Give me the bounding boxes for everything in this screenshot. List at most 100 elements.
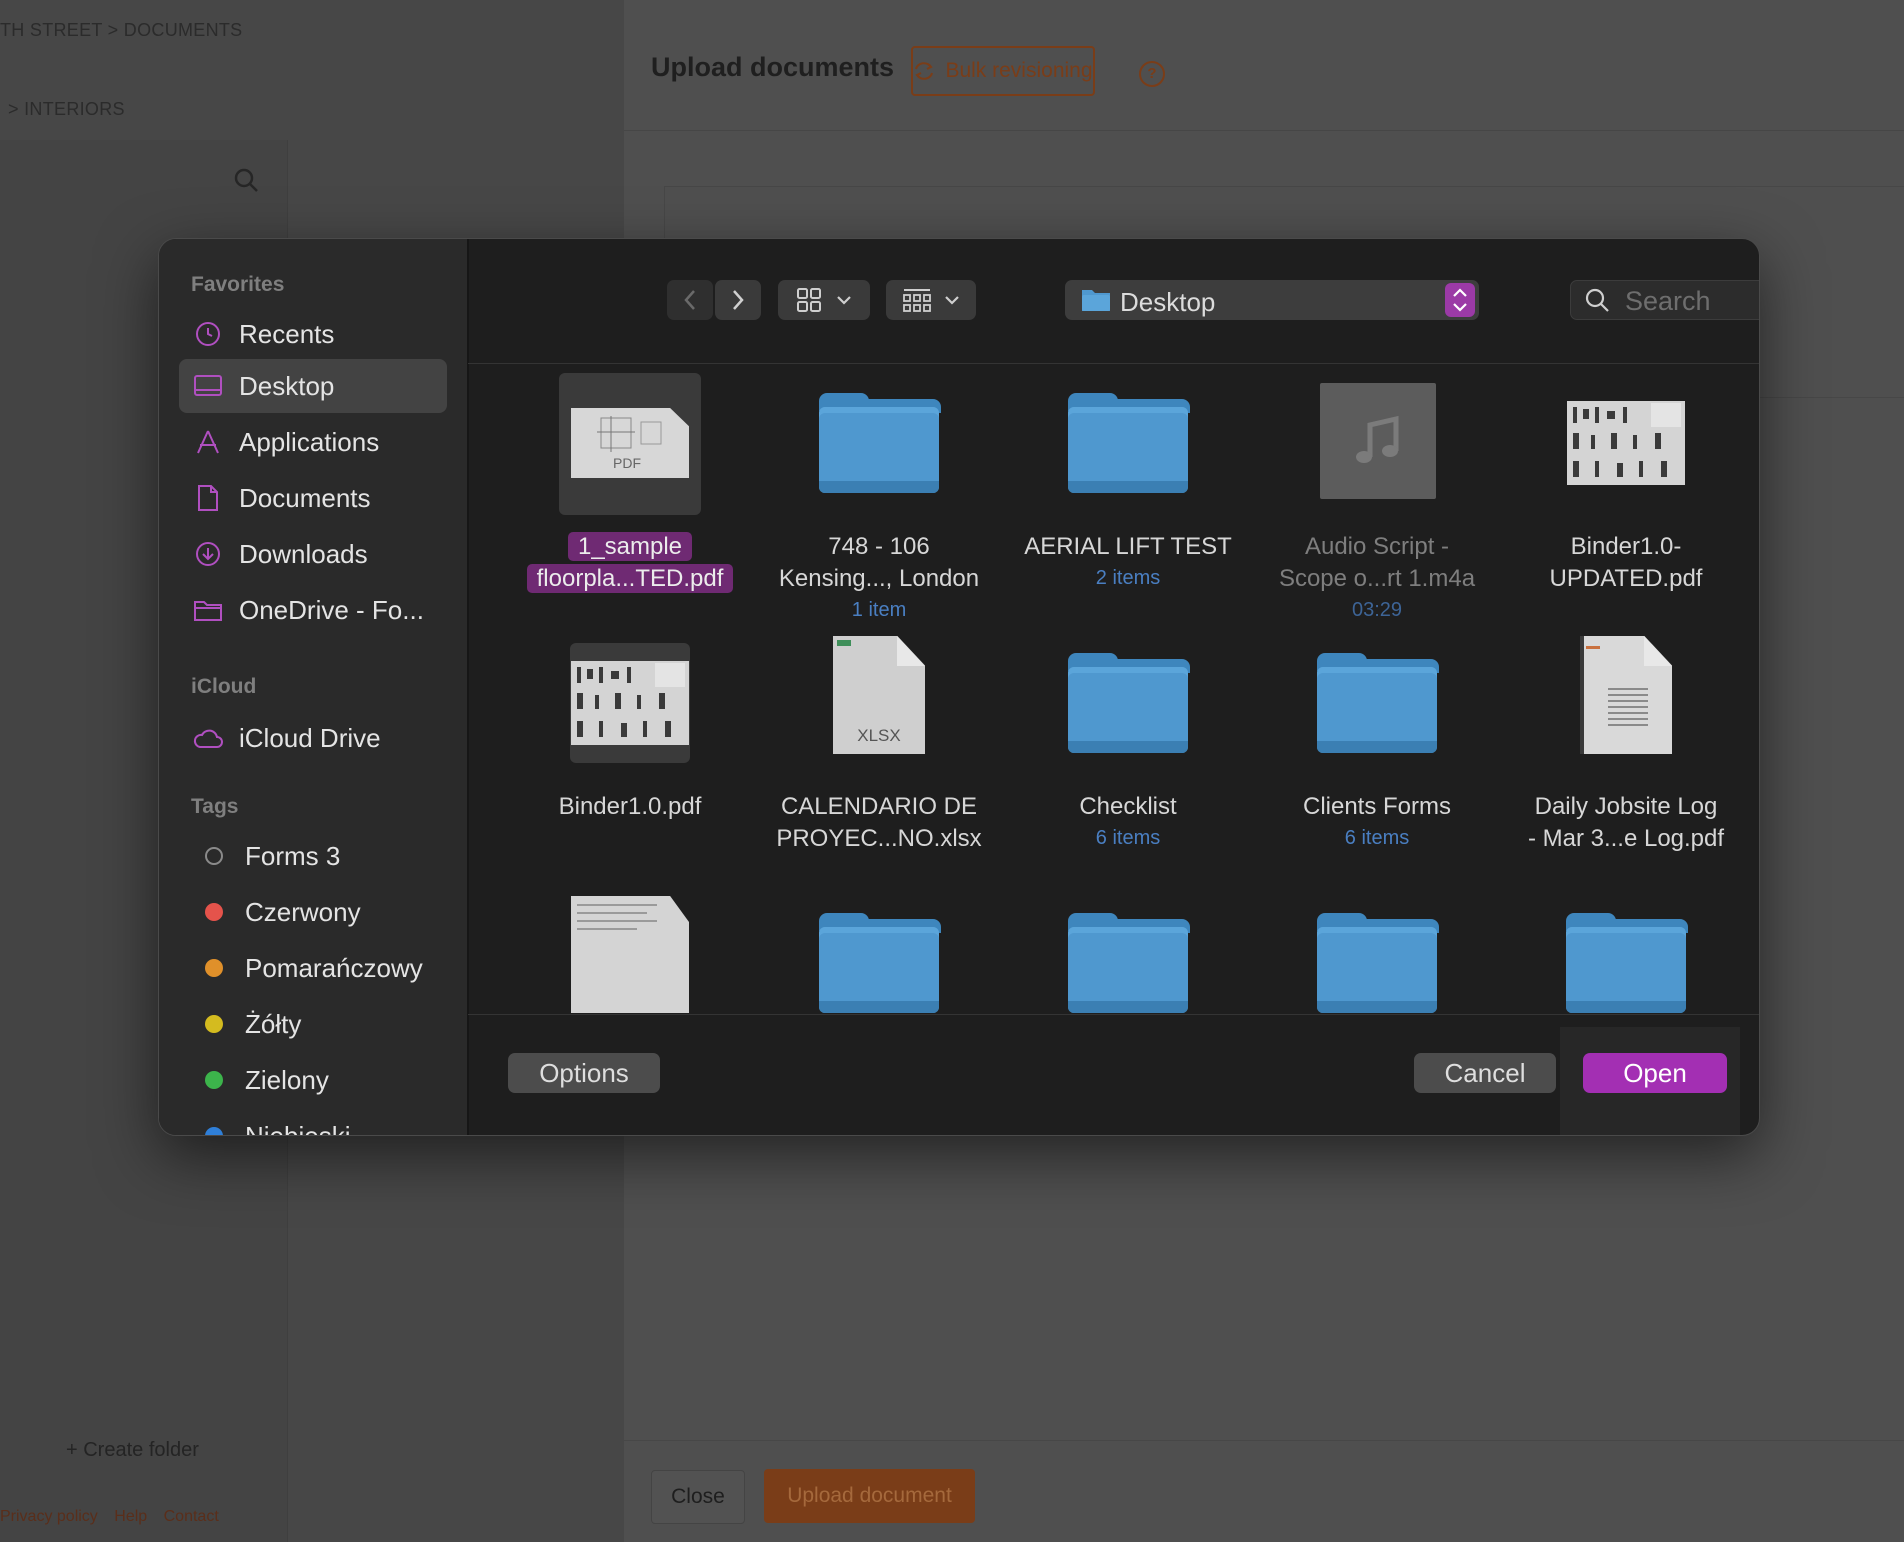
duration: 03:29 (1351, 599, 1403, 621)
sidebar-item-label: Applications (239, 426, 380, 457)
tag-dot-icon (205, 903, 223, 921)
icloud-header: iCloud (191, 675, 257, 698)
file-name-line2: UPDATED.pdf (1549, 565, 1703, 592)
help-link[interactable]: Help (114, 1508, 147, 1525)
search-placeholder: Search (1625, 286, 1711, 316)
xlsx-label: XLSX (857, 726, 901, 745)
favorites-header: Favorites (191, 273, 285, 296)
location-popup[interactable]: Desktop (1065, 280, 1479, 320)
tag-zolty[interactable]: Żółty (179, 997, 447, 1051)
chevron-down-icon (945, 296, 959, 305)
search-icon[interactable] (232, 166, 260, 194)
tag-label: Zielony (245, 1064, 329, 1095)
log-pdf-thumbnail-icon (1580, 636, 1672, 754)
sidebar-item-label: Downloads (239, 538, 368, 569)
folder-icon (1317, 653, 1439, 753)
file-name-line2: Scope o...rt 1.m4a (1278, 565, 1476, 592)
tag-czerwony[interactable]: Czerwony (179, 885, 447, 939)
tag-pomaranczowy[interactable]: Pomarańczowy (179, 941, 447, 995)
privacy-policy-link[interactable]: Privacy policy (0, 1508, 98, 1525)
tag-zielony[interactable]: Zielony (179, 1053, 447, 1107)
dialog-footer: Options Cancel Open (468, 1014, 1759, 1135)
options-button[interactable]: Options (508, 1053, 660, 1093)
desktop-folder-icon (1082, 290, 1110, 311)
tag-dot-icon (205, 1071, 223, 1089)
tag-dot-icon (205, 959, 223, 977)
back-button[interactable] (667, 280, 713, 320)
close-button[interactable]: Close (651, 1470, 745, 1524)
tag-label: Forms 3 (245, 840, 341, 871)
tags-header: Tags (191, 795, 239, 818)
file-name-line2: floorpla...TED.pdf (526, 564, 734, 593)
dialog-toolbar: Desktop Search (468, 239, 1759, 364)
sidebar-item-icloud-drive[interactable]: iCloud Drive (179, 711, 447, 765)
sidebar-item-documents[interactable]: Documents (179, 471, 447, 525)
search-icon (1585, 288, 1609, 312)
file-name-line1: 1_sample (567, 532, 693, 561)
file-name-line2: Kensing..., London (778, 565, 980, 592)
updown-arrows-icon (1445, 283, 1475, 317)
folder-icon (194, 601, 222, 621)
file-name-line1: Checklist (1079, 793, 1177, 820)
breadcrumb-subfolder[interactable]: > INTERIORS (8, 99, 125, 120)
folder-icon (1068, 393, 1190, 493)
document-icon (198, 485, 218, 511)
search-field[interactable]: Search (1570, 280, 1759, 320)
item-count: 2 items (1095, 567, 1161, 589)
tag-niebieski[interactable]: Niebieski (179, 1109, 447, 1135)
tag-label: Żółty (245, 1008, 302, 1039)
tag-label: Pomarańczowy (245, 952, 423, 983)
sidebar-item-applications[interactable]: Applications (179, 415, 447, 469)
pdf-thumbnail-icon: PDF (571, 408, 689, 478)
file-name-line1: CALENDARIO DE (780, 793, 978, 820)
forward-button[interactable] (715, 280, 761, 320)
refresh-icon (915, 62, 934, 80)
breadcrumb[interactable]: TH STREET > DOCUMENTS (0, 20, 243, 41)
file-open-dialog: Favorites Recents Desktop Applications D… (158, 238, 1760, 1136)
cloud-icon (193, 729, 223, 748)
svg-text:PDF: PDF (613, 455, 641, 471)
tag-dot-icon (205, 1127, 223, 1135)
help-icon[interactable]: ? (1139, 61, 1165, 87)
chevron-down-icon (837, 296, 851, 305)
sidebar-item-label: iCloud Drive (239, 722, 381, 753)
folder-icon (1317, 913, 1439, 1013)
create-folder-button[interactable]: + Create folder (66, 1439, 199, 1462)
upload-document-button[interactable]: Upload document (764, 1469, 975, 1523)
applications-icon (197, 430, 219, 454)
chevron-right-icon (733, 290, 744, 310)
divider (624, 1440, 1904, 1441)
footer-links: Privacy policy Help Contact (0, 1508, 231, 1526)
sidebar-item-downloads[interactable]: Downloads (179, 527, 447, 581)
group-by-button[interactable] (886, 280, 976, 320)
desktop-icon (194, 375, 222, 396)
tag-forms-3[interactable]: Forms 3 (179, 829, 447, 883)
folder-icon (1566, 913, 1688, 1013)
dialog-sidebar: Favorites Recents Desktop Applications D… (159, 239, 469, 1135)
sidebar-item-label: OneDrive - Fo... (239, 594, 424, 625)
sidebar-item-desktop[interactable]: Desktop (179, 359, 447, 413)
download-icon (196, 542, 220, 566)
tag-dot-icon (205, 1015, 223, 1033)
sidebar-item-label: Documents (239, 482, 371, 513)
folder-icon (1068, 653, 1190, 753)
tag-label: Niebieski (245, 1121, 351, 1136)
bulk-revisioning-button[interactable]: Bulk revisioning (911, 46, 1095, 96)
open-button[interactable]: Open (1583, 1053, 1727, 1093)
sidebar-item-onedrive[interactable]: OneDrive - Fo... (179, 583, 447, 637)
folder-icon (1068, 913, 1190, 1013)
cancel-button[interactable]: Cancel (1414, 1053, 1556, 1093)
binder-thumbnail-icon (1567, 401, 1685, 485)
xlsx-file-icon: XLSX (833, 636, 925, 754)
contact-link[interactable]: Contact (164, 1508, 219, 1525)
item-count: 1 item (851, 599, 907, 621)
item-count: 6 items (1344, 827, 1410, 849)
folder-icon (819, 913, 941, 1013)
file-name-line1: Binder1.0- (1570, 533, 1682, 560)
grid-view-icon (797, 288, 821, 312)
view-mode-button[interactable] (778, 280, 870, 320)
tag-label: Czerwony (245, 896, 361, 927)
sidebar-item-recents[interactable]: Recents (179, 307, 447, 361)
group-icon (903, 289, 931, 312)
file-name-line2: PROYEC...NO.xlsx (776, 825, 982, 852)
